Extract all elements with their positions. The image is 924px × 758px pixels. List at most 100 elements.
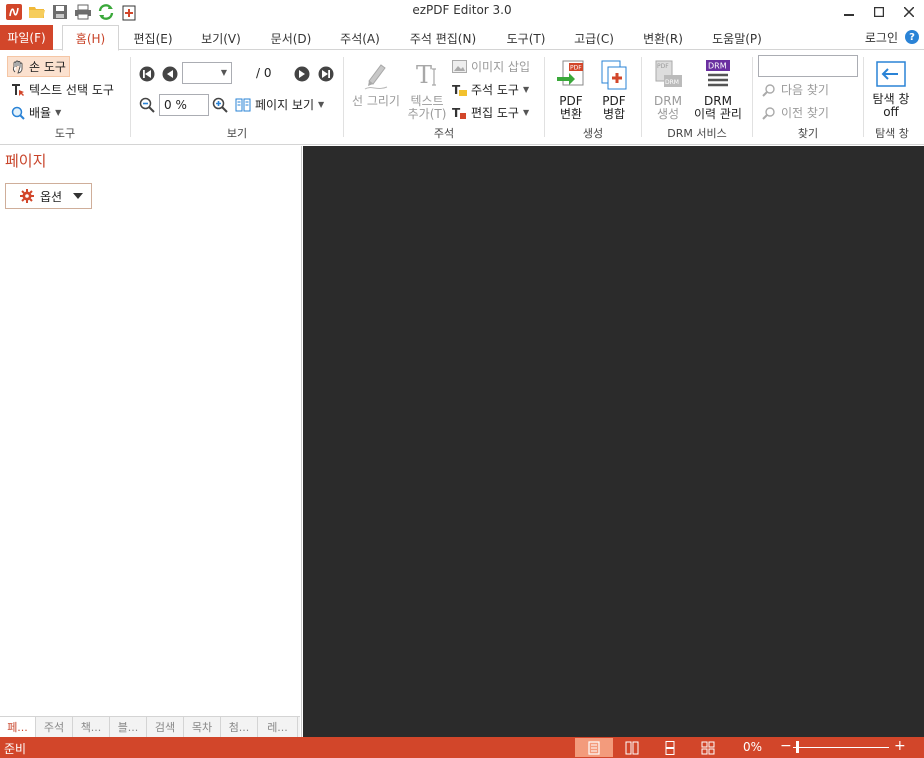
first-page-button[interactable] bbox=[139, 66, 155, 82]
single-page-view-button[interactable] bbox=[575, 738, 613, 757]
group-label-create: 생성 bbox=[582, 127, 604, 140]
maximize-button[interactable] bbox=[864, 0, 894, 24]
minimize-button[interactable] bbox=[834, 0, 864, 24]
page-view-label: 페이지 보기 bbox=[255, 98, 315, 112]
tab-edit[interactable]: 편집(E) bbox=[127, 25, 179, 51]
panel-tab-annotations[interactable]: 주석 bbox=[36, 717, 73, 737]
panel-bottom-tabs: 페... 주석 책... 블... 검색 목차 첨... 레... bbox=[0, 716, 300, 737]
nav-pane-icon bbox=[876, 61, 906, 87]
window-title: ezPDF Editor 3.0 bbox=[412, 3, 512, 17]
tab-home[interactable]: 홈(H) bbox=[62, 25, 119, 51]
zoom-scale-button[interactable]: 배율 ▼ bbox=[11, 104, 61, 121]
continuous-view-button[interactable] bbox=[651, 738, 689, 757]
panel-tab-layers[interactable]: 레... bbox=[258, 717, 298, 737]
panel-tab-bookmarks[interactable]: 책... bbox=[73, 717, 110, 737]
find-next-label: 다음 찾기 bbox=[781, 83, 829, 97]
insert-image-label: 이미지 삽입 bbox=[471, 60, 531, 74]
zoom-scale-icon bbox=[11, 106, 25, 120]
annotation-tools-button[interactable]: T 주석 도구 ▼ bbox=[452, 81, 529, 98]
pdf-merge-button[interactable]: PDF 병합 bbox=[595, 59, 633, 121]
tab-convert[interactable]: 변환(R) bbox=[636, 25, 690, 51]
help-icon[interactable]: ? bbox=[905, 30, 919, 44]
group-label-annotation: 주석 bbox=[433, 127, 455, 140]
pen-icon bbox=[364, 64, 388, 90]
insert-image-button[interactable]: 이미지 삽입 bbox=[452, 58, 530, 75]
two-page-view-button[interactable] bbox=[613, 738, 651, 757]
add-text-label-2: 추가(T) bbox=[407, 107, 447, 121]
find-prev-icon bbox=[762, 106, 775, 120]
find-prev-label: 이전 찾기 bbox=[781, 106, 829, 120]
tab-file[interactable]: 파일(F) bbox=[0, 25, 53, 50]
panel-tab-toc[interactable]: 목차 bbox=[184, 717, 221, 737]
edit-tools-icon: T bbox=[452, 106, 466, 120]
status-text: 준비 bbox=[4, 742, 27, 756]
grid-view-button[interactable] bbox=[689, 738, 727, 757]
zoom-value-input[interactable]: 0 % bbox=[159, 94, 209, 116]
group-label-tools: 도구 bbox=[54, 127, 76, 140]
drm-history-button[interactable]: DRM DRM 이력 관리 bbox=[690, 59, 746, 121]
tab-annotation[interactable]: 주석(A) bbox=[332, 25, 388, 51]
nav-pane-toggle-button[interactable]: 탐색 창 off bbox=[867, 61, 915, 119]
page-view-icon bbox=[235, 98, 251, 111]
text-select-label: 텍스트 선택 도구 bbox=[29, 83, 114, 97]
two-page-icon bbox=[625, 741, 639, 754]
draw-line-label: 선 그리기 bbox=[352, 94, 400, 108]
last-page-button[interactable] bbox=[318, 66, 334, 82]
find-next-button[interactable]: 다음 찾기 bbox=[761, 81, 829, 98]
add-text-button[interactable]: T 텍스트 추가(T) bbox=[404, 59, 450, 121]
tab-view[interactable]: 보기(V) bbox=[194, 25, 248, 51]
panel-tab-pages[interactable]: 페... bbox=[0, 717, 36, 737]
options-label: 옵션 bbox=[40, 189, 63, 204]
drm-create-button[interactable]: PDF DRM DRM 생성 bbox=[648, 59, 688, 121]
menu-tab-row: 파일(F) 홈(H) 편집(E) 보기(V) 문서(D) 주석(A) 주석 편집… bbox=[0, 25, 924, 51]
chevron-down-icon: ▼ bbox=[522, 108, 530, 117]
panel-tab-attachments[interactable]: 첨... bbox=[221, 717, 258, 737]
zoom-scale-label: 배율 bbox=[29, 106, 52, 120]
tab-tools[interactable]: 도구(T) bbox=[500, 25, 552, 51]
options-button[interactable]: 옵션 bbox=[5, 183, 92, 209]
pdf-merge-label-2: 병합 bbox=[602, 107, 626, 121]
login-link[interactable]: 로그인 bbox=[865, 29, 898, 46]
search-input[interactable] bbox=[758, 55, 858, 77]
svg-text:PDF: PDF bbox=[657, 63, 669, 70]
zoom-out-button[interactable] bbox=[139, 97, 155, 113]
chevron-down-icon: ▼ bbox=[318, 100, 325, 109]
zoom-out-status-button[interactable]: − bbox=[780, 738, 792, 754]
chevron-down-icon bbox=[73, 193, 83, 199]
tab-help[interactable]: 도움말(P) bbox=[704, 25, 770, 51]
document-viewer[interactable] bbox=[303, 146, 924, 737]
pdf-convert-button[interactable]: PDF PDF 변환 bbox=[550, 59, 592, 121]
zoom-in-status-button[interactable]: + bbox=[894, 738, 906, 754]
text-select-tool-button[interactable]: 텍스트 선택 도구 bbox=[11, 81, 114, 98]
prev-page-button[interactable] bbox=[162, 66, 178, 82]
panel-tab-blocks[interactable]: 블... bbox=[110, 717, 147, 737]
next-page-button[interactable] bbox=[294, 66, 310, 82]
zoom-out-icon bbox=[139, 97, 155, 113]
draw-line-button[interactable]: 선 그리기 bbox=[348, 59, 404, 108]
page-total: / 0 bbox=[256, 66, 272, 80]
pdf-merge-icon bbox=[601, 60, 627, 90]
tab-document[interactable]: 문서(D) bbox=[262, 25, 320, 51]
status-bar: 준비 0% − + bbox=[0, 737, 924, 758]
hand-tool-button[interactable]: 손 도구 bbox=[7, 56, 70, 77]
zoom-slider-track[interactable] bbox=[793, 747, 889, 748]
pdf-convert-icon: PDF bbox=[557, 60, 584, 86]
group-label-find: 찾기 bbox=[797, 127, 819, 140]
group-label-navpane: 탐색 창 bbox=[875, 127, 909, 140]
tab-advanced[interactable]: 고급(C) bbox=[566, 25, 622, 51]
page-view-button[interactable]: 페이지 보기 ▼ bbox=[235, 96, 324, 113]
hand-icon bbox=[12, 60, 23, 73]
zoom-slider-thumb[interactable] bbox=[796, 741, 799, 753]
tab-annotation-edit[interactable]: 주석 편집(N) bbox=[401, 25, 485, 51]
svg-text:T: T bbox=[416, 61, 432, 89]
zoom-in-icon bbox=[212, 97, 228, 113]
annotation-tools-label: 주석 도구 bbox=[471, 83, 519, 97]
edit-tools-button[interactable]: T 편집 도구 ▼ bbox=[452, 104, 529, 121]
panel-title: 페이지 bbox=[5, 152, 47, 170]
drm-create-label-2: 생성 bbox=[656, 107, 680, 121]
panel-tab-search[interactable]: 검색 bbox=[147, 717, 184, 737]
page-number-input[interactable]: ▼ bbox=[182, 62, 232, 84]
close-button[interactable] bbox=[894, 0, 924, 24]
find-prev-button[interactable]: 이전 찾기 bbox=[761, 104, 829, 121]
zoom-in-button[interactable] bbox=[212, 97, 228, 113]
